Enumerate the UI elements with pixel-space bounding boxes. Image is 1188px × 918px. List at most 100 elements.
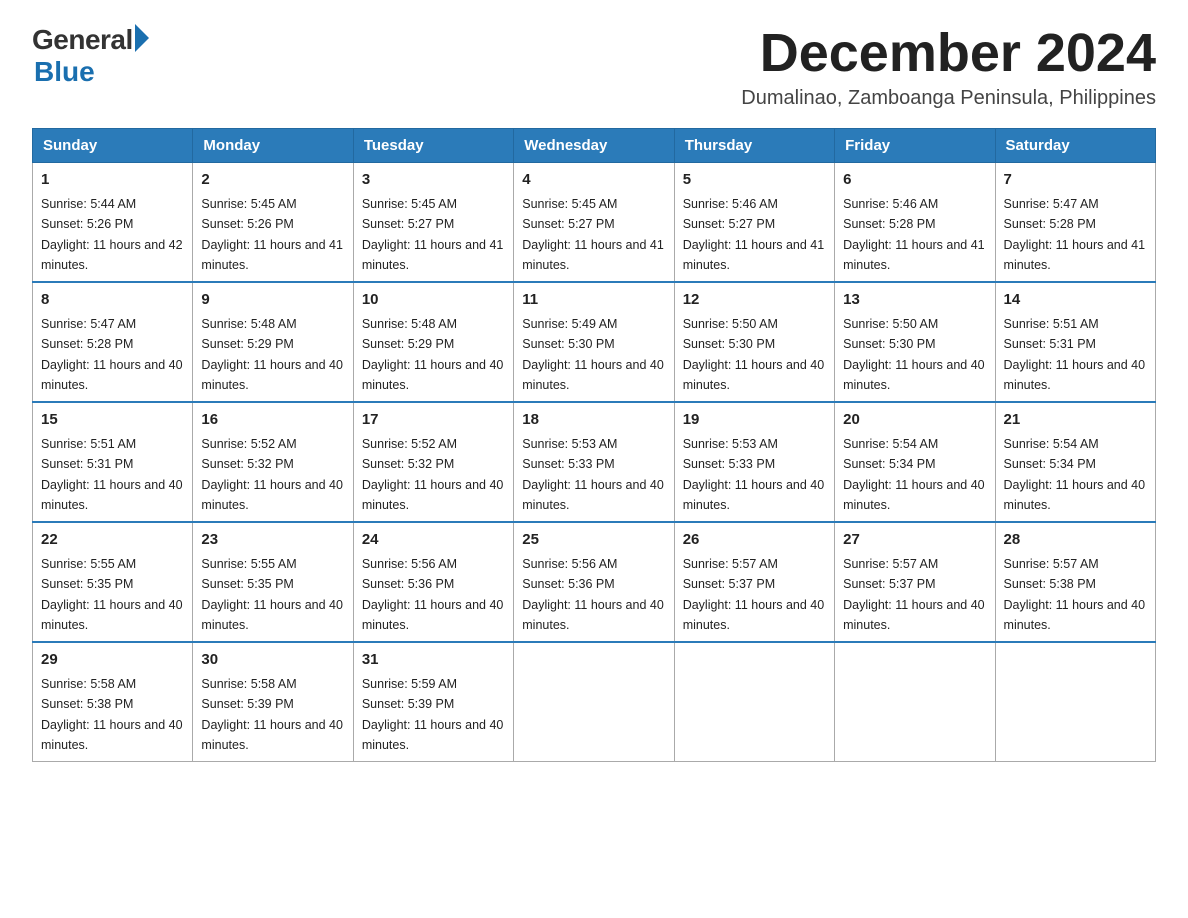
day-info: Sunrise: 5:53 AMSunset: 5:33 PMDaylight:… [522,437,664,512]
day-number: 10 [362,289,505,312]
calendar-cell: 28 Sunrise: 5:57 AMSunset: 5:38 PMDaylig… [995,522,1155,642]
location-title: Dumalinao, Zamboanga Peninsula, Philippi… [741,87,1156,110]
day-number: 27 [843,529,986,552]
day-info: Sunrise: 5:55 AMSunset: 5:35 PMDaylight:… [201,557,343,632]
month-title: December 2024 [741,24,1156,83]
day-number: 13 [843,289,986,312]
calendar-table: SundayMondayTuesdayWednesdayThursdayFrid… [32,128,1156,762]
day-info: Sunrise: 5:48 AMSunset: 5:29 PMDaylight:… [362,317,504,392]
day-number: 16 [201,409,344,432]
logo-blue-text: Blue [34,56,95,88]
calendar-cell: 7 Sunrise: 5:47 AMSunset: 5:28 PMDayligh… [995,163,1155,283]
calendar-header-friday: Friday [835,129,995,163]
day-number: 4 [522,169,665,192]
day-info: Sunrise: 5:45 AMSunset: 5:26 PMDaylight:… [201,197,343,272]
calendar-header-saturday: Saturday [995,129,1155,163]
day-number: 19 [683,409,826,432]
day-number: 9 [201,289,344,312]
calendar-header-row: SundayMondayTuesdayWednesdayThursdayFrid… [33,129,1156,163]
day-number: 26 [683,529,826,552]
day-number: 6 [843,169,986,192]
calendar-cell: 11 Sunrise: 5:49 AMSunset: 5:30 PMDaylig… [514,282,674,402]
day-info: Sunrise: 5:50 AMSunset: 5:30 PMDaylight:… [843,317,985,392]
day-number: 29 [41,649,184,672]
day-number: 20 [843,409,986,432]
calendar-cell: 31 Sunrise: 5:59 AMSunset: 5:39 PMDaylig… [353,642,513,762]
day-info: Sunrise: 5:45 AMSunset: 5:27 PMDaylight:… [522,197,664,272]
day-info: Sunrise: 5:49 AMSunset: 5:30 PMDaylight:… [522,317,664,392]
day-info: Sunrise: 5:51 AMSunset: 5:31 PMDaylight:… [41,437,183,512]
calendar-cell: 18 Sunrise: 5:53 AMSunset: 5:33 PMDaylig… [514,402,674,522]
calendar-cell: 3 Sunrise: 5:45 AMSunset: 5:27 PMDayligh… [353,163,513,283]
day-info: Sunrise: 5:53 AMSunset: 5:33 PMDaylight:… [683,437,825,512]
day-info: Sunrise: 5:57 AMSunset: 5:37 PMDaylight:… [683,557,825,632]
calendar-cell: 25 Sunrise: 5:56 AMSunset: 5:36 PMDaylig… [514,522,674,642]
calendar-cell: 29 Sunrise: 5:58 AMSunset: 5:38 PMDaylig… [33,642,193,762]
calendar-week-row: 22 Sunrise: 5:55 AMSunset: 5:35 PMDaylig… [33,522,1156,642]
calendar-week-row: 15 Sunrise: 5:51 AMSunset: 5:31 PMDaylig… [33,402,1156,522]
logo: General Blue [32,24,149,88]
day-info: Sunrise: 5:52 AMSunset: 5:32 PMDaylight:… [362,437,504,512]
day-number: 11 [522,289,665,312]
calendar-cell [995,642,1155,762]
calendar-cell: 27 Sunrise: 5:57 AMSunset: 5:37 PMDaylig… [835,522,995,642]
calendar-cell: 2 Sunrise: 5:45 AMSunset: 5:26 PMDayligh… [193,163,353,283]
calendar-cell: 21 Sunrise: 5:54 AMSunset: 5:34 PMDaylig… [995,402,1155,522]
day-info: Sunrise: 5:57 AMSunset: 5:38 PMDaylight:… [1004,557,1146,632]
day-number: 12 [683,289,826,312]
calendar-cell: 30 Sunrise: 5:58 AMSunset: 5:39 PMDaylig… [193,642,353,762]
day-number: 14 [1004,289,1147,312]
day-info: Sunrise: 5:46 AMSunset: 5:27 PMDaylight:… [683,197,825,272]
day-info: Sunrise: 5:46 AMSunset: 5:28 PMDaylight:… [843,197,985,272]
calendar-header-sunday: Sunday [33,129,193,163]
calendar-cell [514,642,674,762]
day-info: Sunrise: 5:50 AMSunset: 5:30 PMDaylight:… [683,317,825,392]
calendar-week-row: 29 Sunrise: 5:58 AMSunset: 5:38 PMDaylig… [33,642,1156,762]
day-number: 30 [201,649,344,672]
calendar-cell [674,642,834,762]
day-number: 5 [683,169,826,192]
calendar-cell: 10 Sunrise: 5:48 AMSunset: 5:29 PMDaylig… [353,282,513,402]
calendar-week-row: 1 Sunrise: 5:44 AMSunset: 5:26 PMDayligh… [33,163,1156,283]
calendar-cell: 16 Sunrise: 5:52 AMSunset: 5:32 PMDaylig… [193,402,353,522]
calendar-cell: 9 Sunrise: 5:48 AMSunset: 5:29 PMDayligh… [193,282,353,402]
day-number: 21 [1004,409,1147,432]
calendar-cell: 22 Sunrise: 5:55 AMSunset: 5:35 PMDaylig… [33,522,193,642]
day-number: 18 [522,409,665,432]
calendar-cell: 13 Sunrise: 5:50 AMSunset: 5:30 PMDaylig… [835,282,995,402]
day-number: 28 [1004,529,1147,552]
calendar-cell: 4 Sunrise: 5:45 AMSunset: 5:27 PMDayligh… [514,163,674,283]
calendar-header-wednesday: Wednesday [514,129,674,163]
day-number: 22 [41,529,184,552]
calendar-cell: 19 Sunrise: 5:53 AMSunset: 5:33 PMDaylig… [674,402,834,522]
day-info: Sunrise: 5:48 AMSunset: 5:29 PMDaylight:… [201,317,343,392]
calendar-cell: 14 Sunrise: 5:51 AMSunset: 5:31 PMDaylig… [995,282,1155,402]
calendar-cell: 17 Sunrise: 5:52 AMSunset: 5:32 PMDaylig… [353,402,513,522]
day-info: Sunrise: 5:57 AMSunset: 5:37 PMDaylight:… [843,557,985,632]
day-number: 2 [201,169,344,192]
day-number: 17 [362,409,505,432]
day-info: Sunrise: 5:51 AMSunset: 5:31 PMDaylight:… [1004,317,1146,392]
calendar-cell: 20 Sunrise: 5:54 AMSunset: 5:34 PMDaylig… [835,402,995,522]
calendar-cell: 12 Sunrise: 5:50 AMSunset: 5:30 PMDaylig… [674,282,834,402]
header: General Blue December 2024 Dumalinao, Za… [32,24,1156,110]
calendar-header-tuesday: Tuesday [353,129,513,163]
calendar-cell: 8 Sunrise: 5:47 AMSunset: 5:28 PMDayligh… [33,282,193,402]
calendar-cell: 24 Sunrise: 5:56 AMSunset: 5:36 PMDaylig… [353,522,513,642]
calendar-header-monday: Monday [193,129,353,163]
day-info: Sunrise: 5:55 AMSunset: 5:35 PMDaylight:… [41,557,183,632]
day-info: Sunrise: 5:58 AMSunset: 5:39 PMDaylight:… [201,677,343,752]
day-info: Sunrise: 5:47 AMSunset: 5:28 PMDaylight:… [41,317,183,392]
day-info: Sunrise: 5:56 AMSunset: 5:36 PMDaylight:… [522,557,664,632]
day-info: Sunrise: 5:59 AMSunset: 5:39 PMDaylight:… [362,677,504,752]
calendar-cell: 5 Sunrise: 5:46 AMSunset: 5:27 PMDayligh… [674,163,834,283]
day-number: 31 [362,649,505,672]
logo-triangle-icon [135,24,149,52]
calendar-week-row: 8 Sunrise: 5:47 AMSunset: 5:28 PMDayligh… [33,282,1156,402]
calendar-cell: 26 Sunrise: 5:57 AMSunset: 5:37 PMDaylig… [674,522,834,642]
day-info: Sunrise: 5:54 AMSunset: 5:34 PMDaylight:… [843,437,985,512]
day-number: 25 [522,529,665,552]
logo-general-text: General [32,24,133,56]
day-info: Sunrise: 5:47 AMSunset: 5:28 PMDaylight:… [1004,197,1146,272]
calendar-cell: 1 Sunrise: 5:44 AMSunset: 5:26 PMDayligh… [33,163,193,283]
